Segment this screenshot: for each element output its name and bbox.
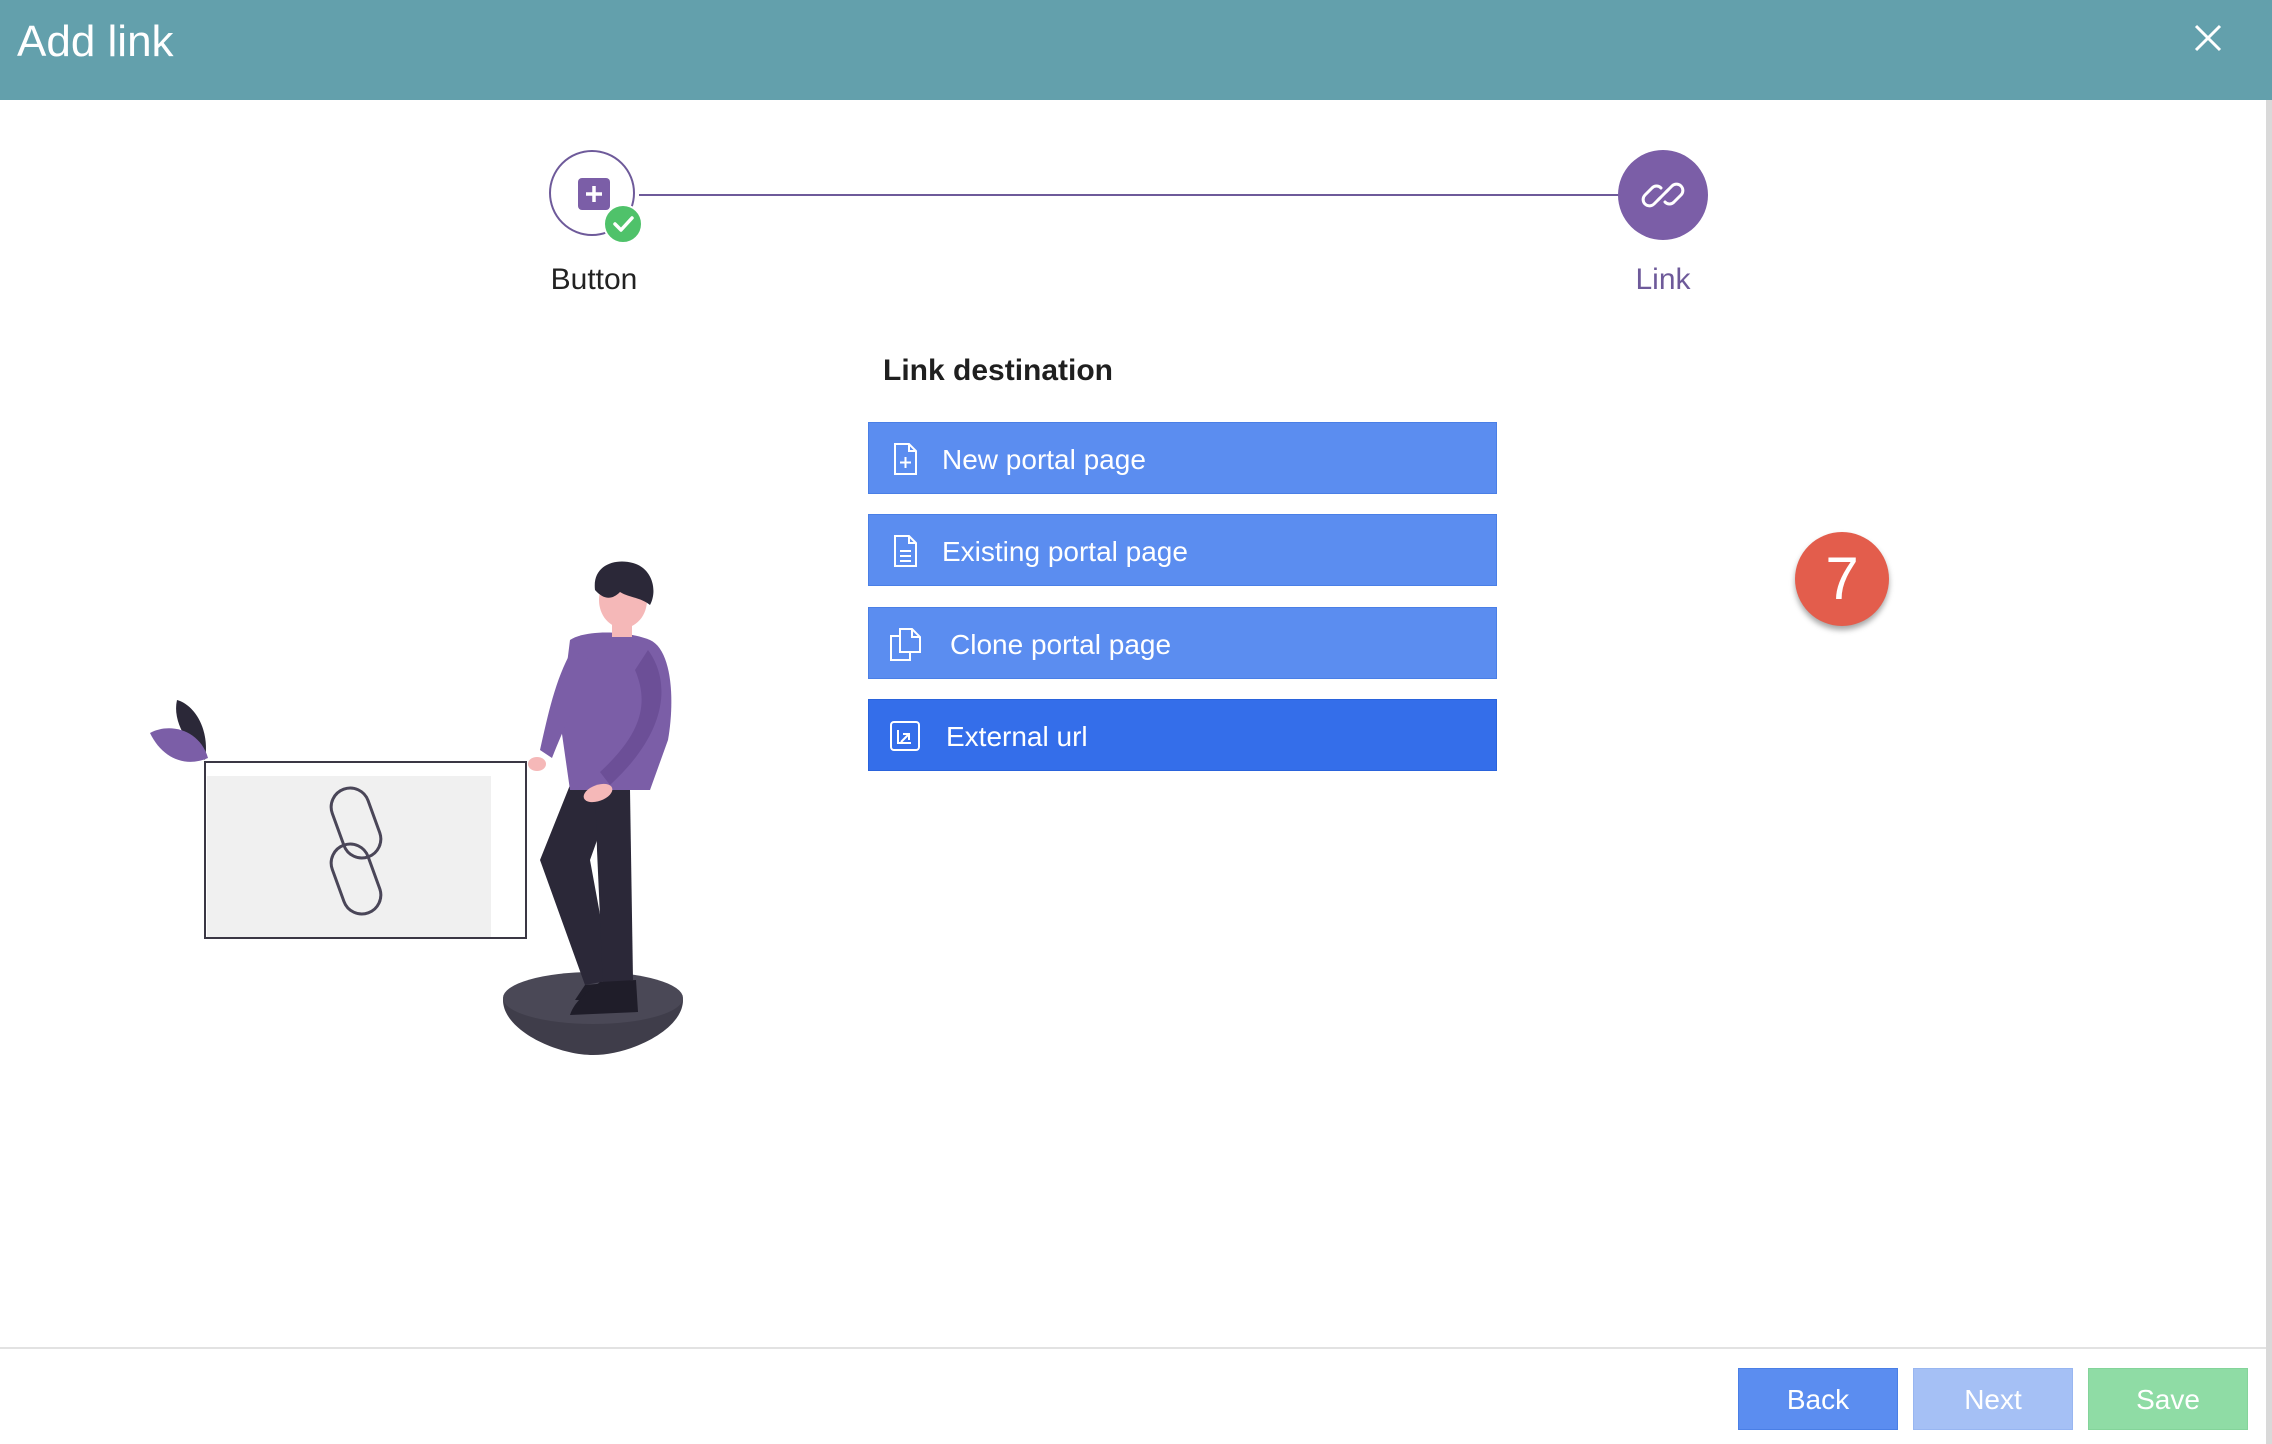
clone-portal-page-button[interactable]: Clone portal page [868,607,1497,679]
external-url-label: External url [946,721,1088,752]
stepper-connector [639,194,1619,196]
step-number-badge: 7 [1795,532,1889,626]
back-button[interactable]: Back [1738,1368,1898,1430]
dialog-header: Add link [0,0,2272,100]
next-button[interactable]: Next [1913,1368,2073,1430]
external-url-button[interactable]: External url [868,699,1497,771]
close-icon [2194,24,2222,52]
close-button[interactable] [2188,18,2228,58]
save-button[interactable]: Save [2088,1368,2248,1430]
step-button-label: Button [550,263,638,296]
new-portal-page-label: New portal page [942,444,1146,475]
existing-portal-page-label: Existing portal page [942,536,1188,567]
person-link-illustration [150,561,683,1055]
step-link-label: Link [1635,263,1691,296]
existing-portal-page-button[interactable]: Existing portal page [868,514,1497,586]
new-portal-page-button[interactable]: New portal page [868,422,1497,494]
dialog-title: Add link [17,17,174,66]
step-link-circle[interactable] [1618,150,1708,240]
file-plus-icon [894,443,917,475]
footer-divider [0,1347,2266,1349]
clone-portal-page-label: Clone portal page [950,629,1172,660]
scrollbar-track [2266,100,2272,1444]
file-text-icon [894,535,917,567]
external-link-icon [890,721,920,751]
link-destination-title: Link destination [883,354,1114,387]
check-circle-icon [603,204,643,244]
copy-icon [890,628,921,661]
link-icon [1641,182,1685,208]
